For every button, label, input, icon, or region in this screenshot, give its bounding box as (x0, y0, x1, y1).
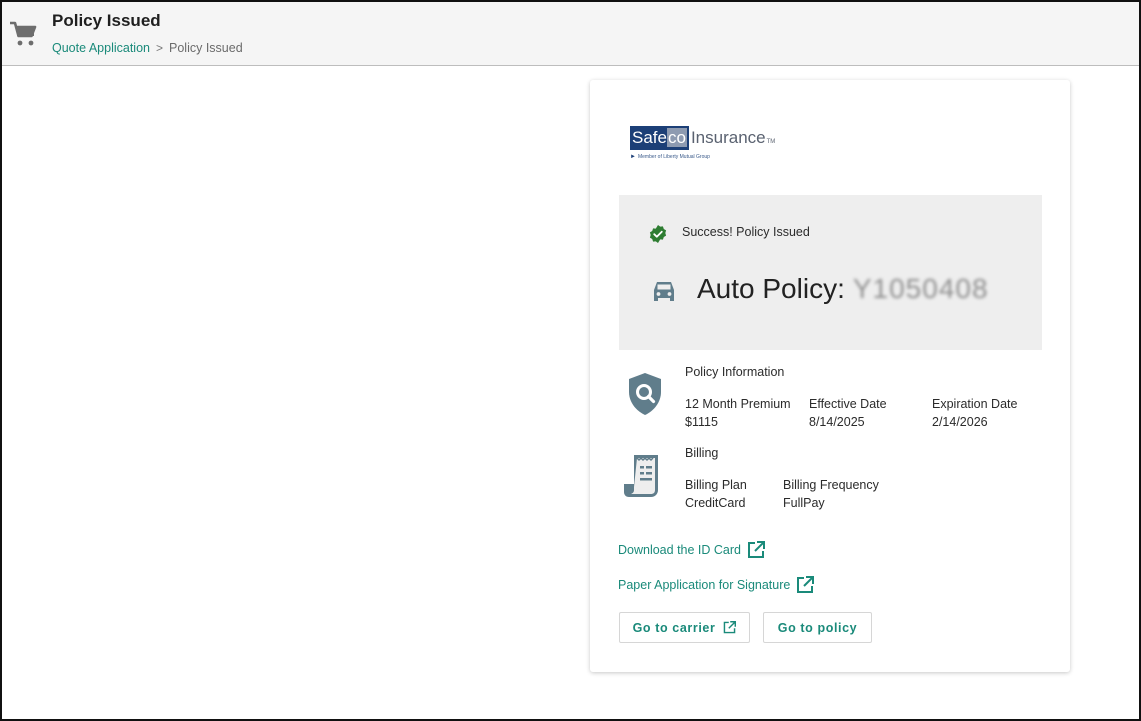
cart-icon (10, 21, 37, 46)
breadcrumb-separator: > (156, 41, 164, 55)
logo-insurance-word: Insurance (690, 128, 766, 147)
success-message: Success! Policy Issued (682, 225, 810, 239)
shield-search-icon (629, 373, 661, 415)
carrier-logo: Safeco Insurance TM ► Member of Liberty … (630, 126, 780, 164)
billing-title: Billing (685, 446, 719, 460)
logo-brand-part1: Safe (632, 128, 667, 147)
policy-issued-card: Safeco Insurance TM ► Member of Liberty … (590, 80, 1070, 672)
billing-plan-value: CreditCard (685, 496, 746, 510)
external-link-icon (797, 576, 815, 593)
logo-tagline-row: ► Member of Liberty Mutual Group (630, 154, 780, 160)
go-to-policy-button[interactable]: Go to policy (763, 612, 872, 643)
billing-plan-label: Billing Plan (685, 478, 747, 492)
expiration-date-label: Expiration Date (932, 397, 1018, 411)
billing-frequency-value: FullPay (783, 496, 825, 510)
app-frame: Policy Issued Quote Application > Policy… (0, 0, 1141, 721)
expiration-date-value: 2/14/2026 (932, 415, 988, 429)
policy-number: Y1050408 (852, 273, 989, 304)
receipt-icon (624, 455, 658, 497)
go-to-carrier-label: Go to carrier (632, 620, 716, 635)
page-header: Policy Issued Quote Application > Policy… (2, 2, 1139, 66)
breadcrumb-link-quote-application[interactable]: Quote Application (52, 41, 150, 55)
logo-tagline: Member of Liberty Mutual Group (637, 154, 710, 160)
billing-frequency-label: Billing Frequency (783, 478, 879, 492)
breadcrumb: Quote Application > Policy Issued (52, 41, 243, 55)
go-to-carrier-button[interactable]: Go to carrier (619, 612, 750, 643)
premium-value: $1115 (685, 415, 718, 429)
policy-information-title: Policy Information (685, 365, 785, 379)
policy-number-line: Auto Policy: Y1050408 (697, 273, 989, 305)
page-title: Policy Issued (52, 11, 161, 30)
policy-label: Auto Policy: (697, 273, 845, 304)
logo-trademark: TM (766, 139, 776, 145)
logo-mark: Safeco (630, 126, 689, 150)
external-link-icon (724, 621, 737, 634)
external-link-icon (747, 541, 765, 558)
liberty-mark-icon: ► (630, 154, 636, 160)
breadcrumb-current: Policy Issued (169, 41, 243, 55)
car-icon (654, 282, 674, 301)
effective-date-label: Effective Date (809, 397, 887, 411)
logo-brand-part2: co (666, 128, 687, 147)
effective-date-value: 8/14/2025 (809, 415, 865, 429)
verified-check-icon (649, 225, 667, 243)
go-to-policy-label: Go to policy (777, 620, 858, 635)
download-id-card-label: Download the ID Card (618, 543, 741, 557)
premium-label: 12 Month Premium (685, 397, 791, 411)
success-panel: Success! Policy Issued Auto Policy: Y105… (619, 195, 1042, 350)
download-id-card-link[interactable]: Download the ID Card (618, 541, 765, 559)
paper-application-link[interactable]: Paper Application for Signature (618, 576, 815, 594)
paper-application-label: Paper Application for Signature (618, 578, 791, 592)
